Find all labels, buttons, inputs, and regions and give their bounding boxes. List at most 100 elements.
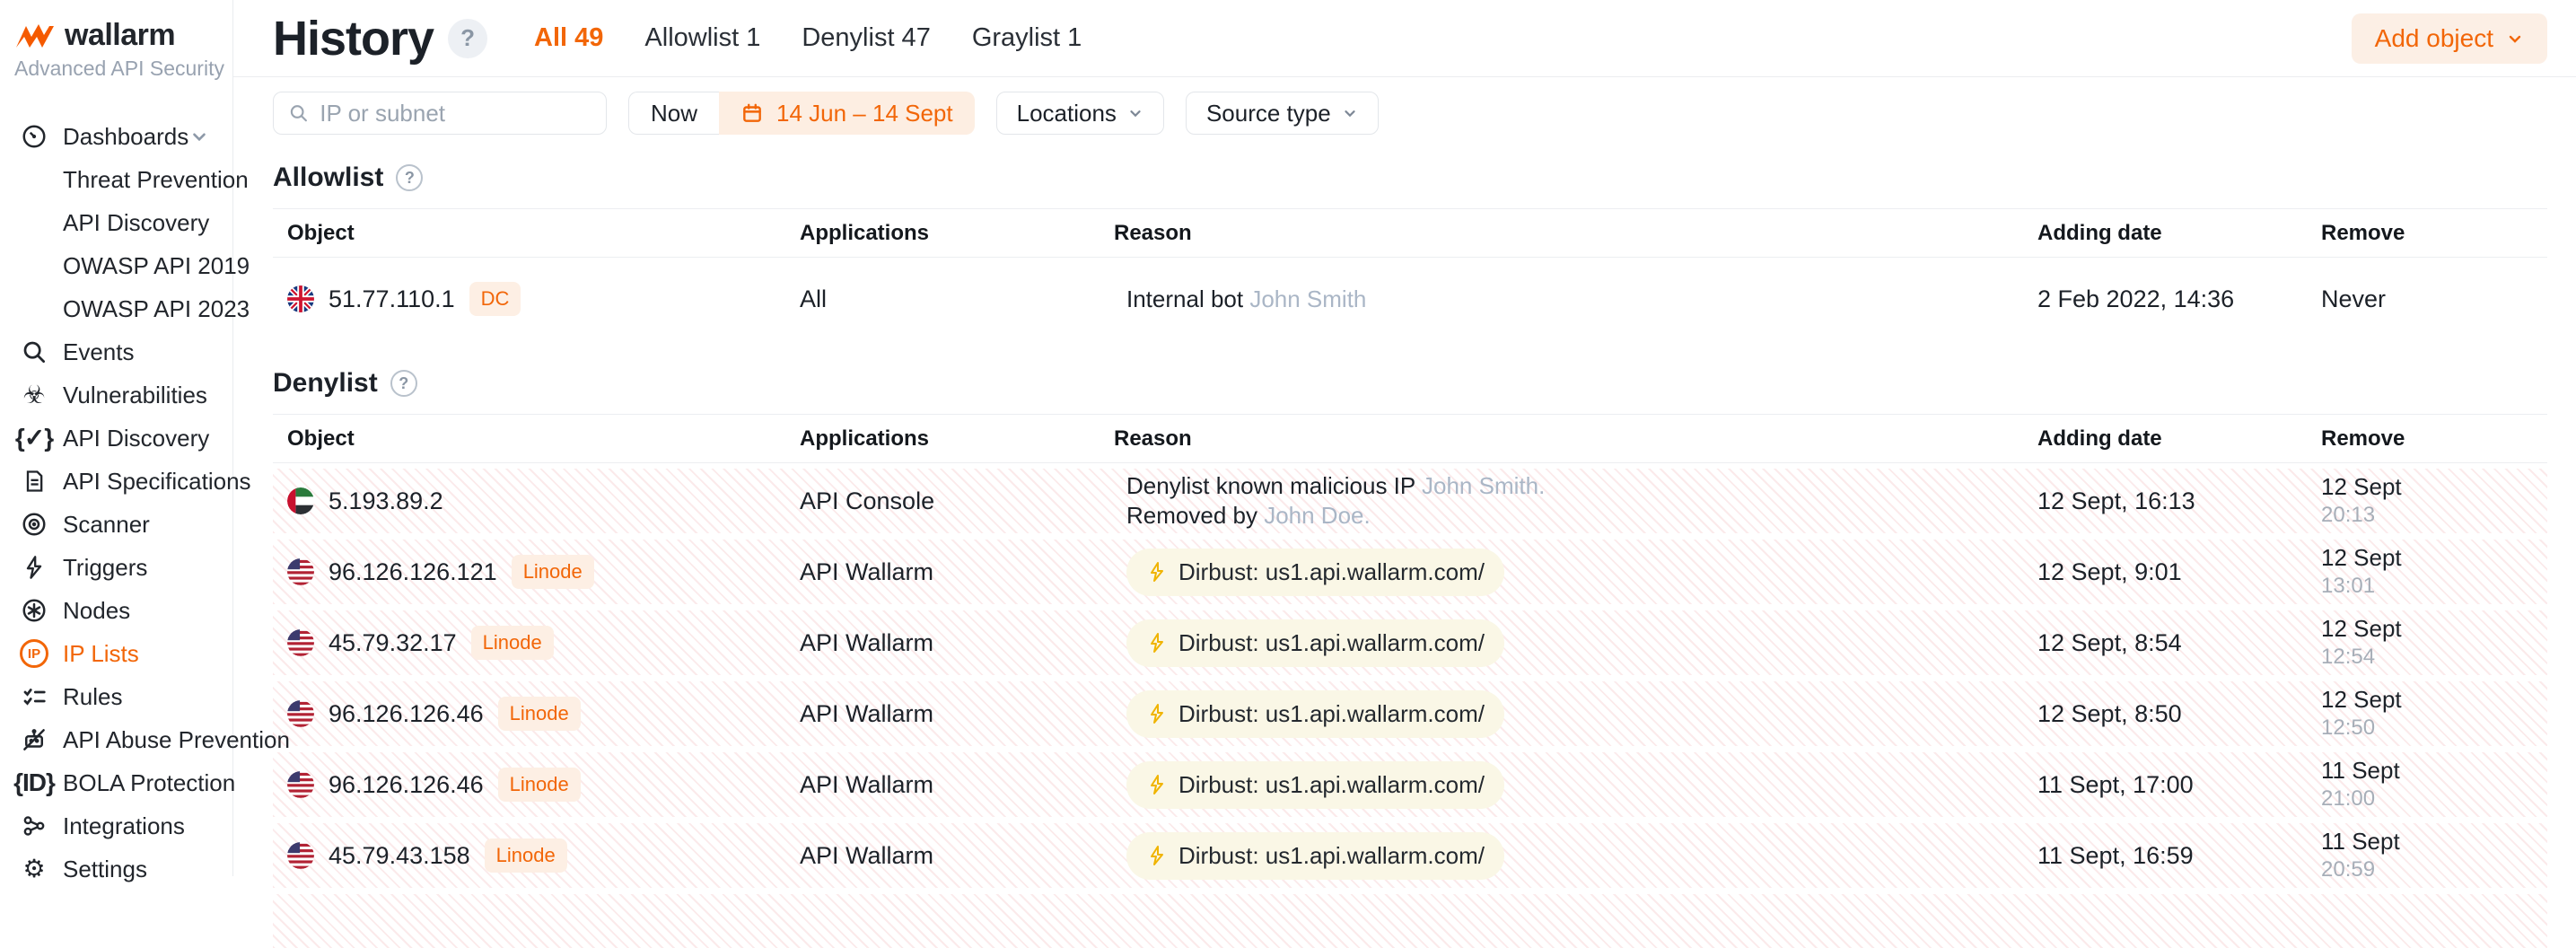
sidebar-item-bola-protection[interactable]: {ID} BOLA Protection (0, 761, 232, 804)
reason-cell: Dirbust: us1.api.wallarm.com/ (1114, 619, 2037, 667)
applications-cell: API Console (800, 487, 1114, 515)
source-tag: Linode (471, 626, 554, 660)
lightning-icon (1146, 774, 1168, 795)
chevron-down-icon (2506, 30, 2524, 48)
table-row[interactable]: 51.77.110.1 DC All Internal bot John Smi… (273, 258, 2547, 340)
chevron-down-icon (1342, 105, 1358, 121)
help-icon[interactable]: ? (396, 164, 423, 191)
sidebar-item-nodes[interactable]: Nodes (0, 589, 232, 632)
chevron-down-icon[interactable] (189, 127, 209, 146)
source-tag: Linode (498, 697, 581, 731)
remove-cell: 12 Sept 12:50 (2321, 686, 2547, 742)
reason-cell: Dirbust: us1.api.wallarm.com/ (1114, 549, 2037, 596)
date-range-button[interactable]: 14 Jun – 14 Sept (719, 92, 975, 135)
table-row[interactable]: 96.126.126.46 Linode API Wallarm Dirbust… (273, 752, 2547, 817)
sidebar-item-dashboards[interactable]: Dashboards (0, 115, 232, 158)
attack-chip[interactable]: Dirbust: us1.api.wallarm.com/ (1126, 690, 1504, 738)
sidebar-item-api-specifications[interactable]: API Specifications (0, 460, 232, 503)
main-content: History ? All 49 Allowlist 1 Denylist 47… (233, 0, 2576, 876)
flag-gb-icon (287, 285, 314, 312)
adding-date-cell: 12 Sept, 8:54 (2037, 629, 2321, 657)
search-icon (18, 338, 50, 365)
sidebar-item-rules[interactable]: Rules (0, 675, 232, 718)
wallarm-logo-icon (14, 22, 56, 49)
ip-address: 45.79.43.158 (329, 842, 470, 870)
lightning-icon (1146, 632, 1168, 654)
tab-graylist[interactable]: Graylist 1 (972, 23, 1082, 53)
reason-cell: Internal bot John Smith (1114, 285, 2037, 314)
tab-denylist[interactable]: Denylist 47 (802, 23, 930, 53)
ip-address: 51.77.110.1 (329, 285, 455, 313)
source-tag: Linode (485, 838, 567, 873)
table-row[interactable]: 96.126.126.121 Linode API Wallarm Dirbus… (273, 540, 2547, 604)
page-header: History ? All 49 Allowlist 1 Denylist 47… (233, 0, 2576, 77)
remove-cell: 12 Sept 13:01 (2321, 544, 2547, 600)
sidebar-item-ip-lists[interactable]: IP IP Lists (0, 632, 232, 675)
table-row[interactable]: 45.79.32.17 Linode API Wallarm Dirbust: … (273, 610, 2547, 675)
page-title: History (273, 11, 434, 66)
tab-all[interactable]: All 49 (534, 23, 603, 53)
reason-cell: Denylist known malicious IP John Smith. … (1114, 471, 2037, 531)
document-icon (18, 469, 50, 494)
attack-chip[interactable]: Dirbust: us1.api.wallarm.com/ (1126, 761, 1504, 809)
table-row[interactable]: 5.193.89.2 API Console Denylist known ma… (273, 469, 2547, 533)
now-button[interactable]: Now (628, 92, 719, 135)
id-braces-icon: {ID} (18, 770, 50, 795)
remove-cell: 11 Sept 20:59 (2321, 828, 2547, 883)
tab-allowlist[interactable]: Allowlist 1 (644, 23, 760, 53)
add-object-button[interactable]: Add object (2352, 13, 2547, 64)
search-input[interactable] (320, 100, 591, 127)
adding-date-cell: 12 Sept, 8:50 (2037, 700, 2321, 728)
sidebar: wallarm Advanced API Security Dashboards… (0, 0, 233, 876)
sidebar-item-owasp-api-2019[interactable]: OWASP API 2019 (0, 244, 232, 287)
adding-date-cell: 2 Feb 2022, 14:36 (2037, 285, 2321, 313)
sidebar-item-vulnerabilities[interactable]: ☣ Vulnerabilities (0, 373, 232, 417)
sidebar-item-owasp-api-2023[interactable]: OWASP API 2023 (0, 287, 232, 330)
table-row[interactable]: 45.79.43.158 Linode API Wallarm Dirbust:… (273, 823, 2547, 888)
applications-cell: API Wallarm (800, 700, 1114, 728)
sidebar-item-events[interactable]: Events (0, 330, 232, 373)
source-type-dropdown[interactable]: Source type (1186, 92, 1379, 135)
flag-us-icon (287, 629, 314, 656)
lightning-icon (18, 555, 50, 580)
adding-date-cell: 11 Sept, 17:00 (2037, 771, 2321, 799)
integrations-icon (18, 812, 50, 839)
list-tabs: All 49 Allowlist 1 Denylist 47 Graylist … (534, 23, 1082, 53)
lightning-icon (1146, 703, 1168, 724)
sidebar-item-integrations[interactable]: Integrations (0, 804, 232, 847)
locations-dropdown[interactable]: Locations (996, 92, 1164, 135)
sidebar-item-scanner[interactable]: Scanner (0, 503, 232, 546)
allowlist-title: Allowlist ? (273, 160, 2547, 196)
author-name: John Smith. (1422, 472, 1545, 499)
author-name: John Smith (1249, 285, 1366, 312)
brand-logo: wallarm Advanced API Security (0, 0, 232, 81)
denylist-column-headers: Object Applications Reason Adding date R… (273, 415, 2547, 463)
author-name: John Doe. (1264, 502, 1371, 529)
attack-chip[interactable]: Dirbust: us1.api.wallarm.com/ (1126, 619, 1504, 667)
source-tag: DC (469, 282, 521, 316)
flag-us-icon (287, 700, 314, 727)
biohazard-icon: ☣ (18, 382, 50, 408)
attack-chip[interactable]: Dirbust: us1.api.wallarm.com/ (1126, 832, 1504, 880)
adding-date-cell: 12 Sept, 9:01 (2037, 558, 2321, 586)
sidebar-item-api-discovery-dash[interactable]: API Discovery (0, 201, 232, 244)
sidebar-item-settings[interactable]: ⚙ Settings (0, 847, 232, 891)
help-icon[interactable]: ? (448, 19, 487, 58)
sidebar-item-triggers[interactable]: Triggers (0, 546, 232, 589)
sidebar-item-api-discovery[interactable]: {✓} API Discovery (0, 417, 232, 460)
table-row[interactable]: 96.126.126.46 Linode API Wallarm Dirbust… (273, 681, 2547, 746)
attack-chip[interactable]: Dirbust: us1.api.wallarm.com/ (1126, 549, 1504, 596)
sidebar-menu: Dashboards Threat Prevention API Discove… (0, 115, 232, 891)
calendar-icon (740, 101, 764, 125)
adding-date-cell: 12 Sept, 16:13 (2037, 487, 2321, 515)
sidebar-item-api-abuse-prevention[interactable]: API Abuse Prevention (0, 718, 232, 761)
help-icon[interactable]: ? (390, 370, 417, 397)
sidebar-item-threat-prevention[interactable]: Threat Prevention (0, 158, 232, 201)
flag-us-icon (287, 771, 314, 798)
nodes-icon (18, 597, 50, 624)
denylist-title: Denylist ? (273, 365, 2547, 401)
ip-address: 5.193.89.2 (329, 487, 443, 515)
remove-cell: 11 Sept 21:00 (2321, 757, 2547, 812)
table-row[interactable] (273, 894, 2547, 948)
reason-cell: Dirbust: us1.api.wallarm.com/ (1114, 761, 2037, 809)
